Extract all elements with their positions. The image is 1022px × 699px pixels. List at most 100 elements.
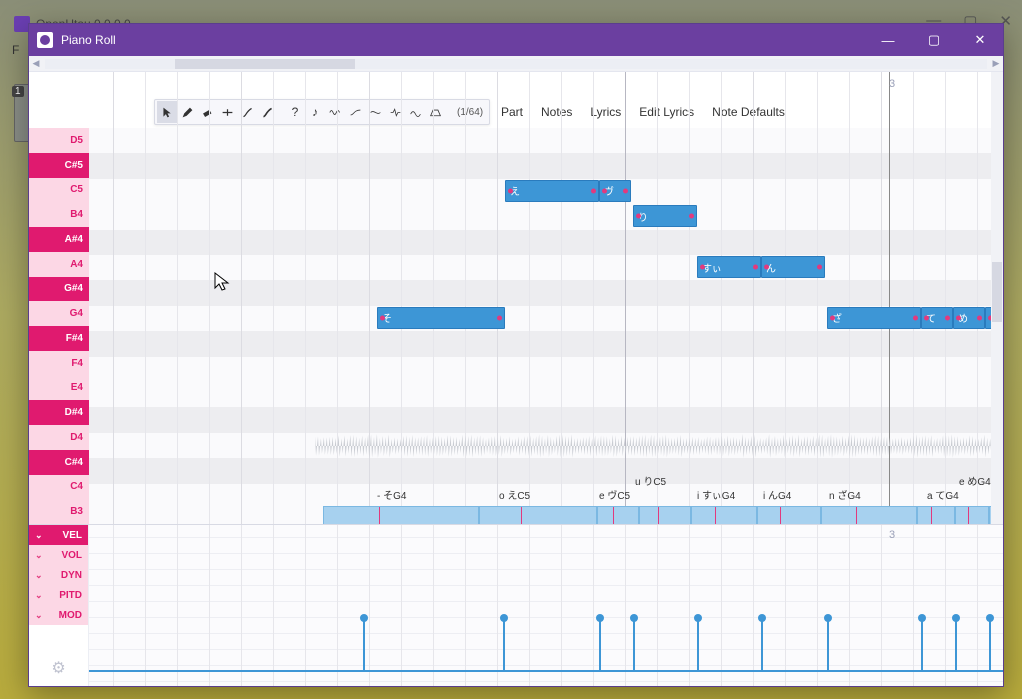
expression-vol[interactable]: ⌄VOL: [29, 545, 88, 565]
piano-key-C4[interactable]: C4: [29, 475, 89, 500]
expression-knob[interactable]: [986, 614, 994, 622]
piano-key-D5[interactable]: D5: [29, 128, 89, 153]
expression-pitd[interactable]: ⌄PITD: [29, 585, 88, 605]
expression-knob[interactable]: [596, 614, 604, 622]
phoneme-block[interactable]: [955, 506, 989, 524]
hscroll-thumb[interactable]: [175, 59, 355, 69]
piano-key-G#4[interactable]: G#4: [29, 277, 89, 302]
expression-panel: ⌄VEL⌄VOL⌄DYN⌄PITD⌄MOD⚙ 3: [29, 524, 1003, 686]
phoneme-block[interactable]: [691, 506, 757, 524]
expression-knob[interactable]: [360, 614, 368, 622]
note[interactable]: そ: [377, 307, 505, 329]
expression-stem[interactable]: [761, 618, 763, 670]
piano-key-D#4[interactable]: D#4: [29, 400, 89, 425]
menu-note-defaults[interactable]: Note Defaults: [712, 105, 785, 119]
tool-help[interactable]: ?: [285, 101, 305, 123]
toggle-pitch-icon[interactable]: [345, 101, 365, 123]
note[interactable]: すぃ: [697, 256, 761, 278]
expression-dyn[interactable]: ⌄DYN: [29, 565, 88, 585]
menu-notes[interactable]: Notes: [541, 105, 572, 119]
piano-key-B3[interactable]: B3: [29, 499, 89, 524]
gear-icon[interactable]: ⚙: [29, 625, 88, 686]
minimize-button[interactable]: —: [865, 24, 911, 56]
piano-key-E4[interactable]: E4: [29, 376, 89, 401]
expression-stem[interactable]: [921, 618, 923, 670]
expression-mod[interactable]: ⌄MOD: [29, 605, 88, 625]
phoneme-block[interactable]: [597, 506, 639, 524]
toggle-wave-icon[interactable]: [325, 101, 345, 123]
close-button[interactable]: ✕: [957, 24, 1003, 56]
toggle-vib-icon[interactable]: [385, 101, 405, 123]
expression-stem[interactable]: [503, 618, 505, 670]
expression-stem[interactable]: [633, 618, 635, 670]
hscroll-track[interactable]: [45, 59, 987, 69]
piano-roll-area: D5C#5C5B4A#4A4G#4G4F#4F4E4D#4D4C#4C4B3 ?…: [29, 72, 1003, 524]
hscroll-left-icon[interactable]: ◀: [29, 58, 43, 69]
piano-key-column[interactable]: D5C#5C5B4A#4A4G#4G4F#4F4E4D#4D4C#4C4B3: [29, 72, 89, 524]
tool-brush[interactable]: [237, 101, 257, 123]
expression-stem[interactable]: [989, 618, 991, 670]
piano-key-C#5[interactable]: C#5: [29, 153, 89, 178]
toggle-pitch2-icon[interactable]: [365, 101, 385, 123]
titlebar[interactable]: Piano Roll — ▢ ✕: [29, 24, 1003, 56]
expression-knob[interactable]: [758, 614, 766, 622]
note[interactable]: て: [921, 307, 953, 329]
chevron-down-icon: ⌄: [35, 550, 43, 561]
maximize-button[interactable]: ▢: [911, 24, 957, 56]
expression-stem[interactable]: [363, 618, 365, 670]
hscroll-right-icon[interactable]: ▶: [989, 58, 1003, 69]
expression-stem[interactable]: [827, 618, 829, 670]
phoneme-block[interactable]: [639, 506, 691, 524]
phoneme-block[interactable]: [917, 506, 955, 524]
piano-key-F4[interactable]: F4: [29, 351, 89, 376]
piano-key-A#4[interactable]: A#4: [29, 227, 89, 252]
snap-label[interactable]: (1/64): [453, 107, 487, 118]
expression-knob[interactable]: [918, 614, 926, 622]
tool-eraser[interactable]: [197, 101, 217, 123]
toggle-vib2-icon[interactable]: [405, 101, 425, 123]
horizontal-scrollbar[interactable]: ◀ ▶: [29, 56, 1003, 72]
menu-part[interactable]: Part: [501, 105, 523, 119]
note[interactable]: め: [953, 307, 985, 329]
phoneme-block[interactable]: [323, 506, 479, 524]
note[interactable]: ん: [761, 256, 825, 278]
expression-canvas[interactable]: 3: [89, 525, 1003, 686]
vertical-scrollbar[interactable]: [991, 72, 1003, 524]
phoneme-block[interactable]: [479, 506, 597, 524]
tool-knife[interactable]: [217, 101, 237, 123]
piano-key-B4[interactable]: B4: [29, 202, 89, 227]
phoneme-block[interactable]: [757, 506, 821, 524]
note[interactable]: ヴ: [599, 180, 631, 202]
piano-key-C5[interactable]: C5: [29, 178, 89, 203]
expression-knob[interactable]: [694, 614, 702, 622]
piano-key-A4[interactable]: A4: [29, 252, 89, 277]
piano-key-C#4[interactable]: C#4: [29, 450, 89, 475]
tool-brush-alt[interactable]: [257, 101, 277, 123]
phoneme-strip: - そG4o えC5e ヴC5u りC5i すぃG4i んG4n ざG4a てG…: [89, 484, 1003, 524]
expression-stem[interactable]: [697, 618, 699, 670]
menu-lyrics[interactable]: Lyrics: [590, 105, 621, 119]
expression-knob[interactable]: [500, 614, 508, 622]
expression-vel[interactable]: ⌄VEL: [29, 525, 88, 545]
expression-knob[interactable]: [952, 614, 960, 622]
menu-edit-lyrics[interactable]: Edit Lyrics: [639, 105, 694, 119]
phoneme-label: - そG4: [377, 487, 406, 502]
piano-key-G4[interactable]: G4: [29, 301, 89, 326]
tool-pencil[interactable]: [177, 101, 197, 123]
piano-key-D4[interactable]: D4: [29, 425, 89, 450]
expression-stem[interactable]: [955, 618, 957, 670]
phoneme-block[interactable]: [821, 506, 917, 524]
toggle-note-icon[interactable]: ♪: [305, 101, 325, 123]
note[interactable]: り: [633, 205, 697, 227]
expression-knob[interactable]: [824, 614, 832, 622]
note-grid[interactable]: ? ♪ (1/64) Part Notes Lyrics Edit Lyrics Not…: [89, 72, 1003, 524]
piano-key-F#4[interactable]: F#4: [29, 326, 89, 351]
expression-knob[interactable]: [630, 614, 638, 622]
note[interactable]: え: [505, 180, 599, 202]
piano-roll-window: Piano Roll — ▢ ✕ ◀ ▶ D5C#5C5B4A#4A4G#4G4…: [28, 23, 1004, 687]
expression-stem[interactable]: [599, 618, 601, 670]
toggle-env-icon[interactable]: [425, 101, 445, 123]
vscroll-thumb[interactable]: [992, 262, 1002, 322]
tool-cursor[interactable]: [157, 101, 177, 123]
note[interactable]: ざ: [827, 307, 921, 329]
